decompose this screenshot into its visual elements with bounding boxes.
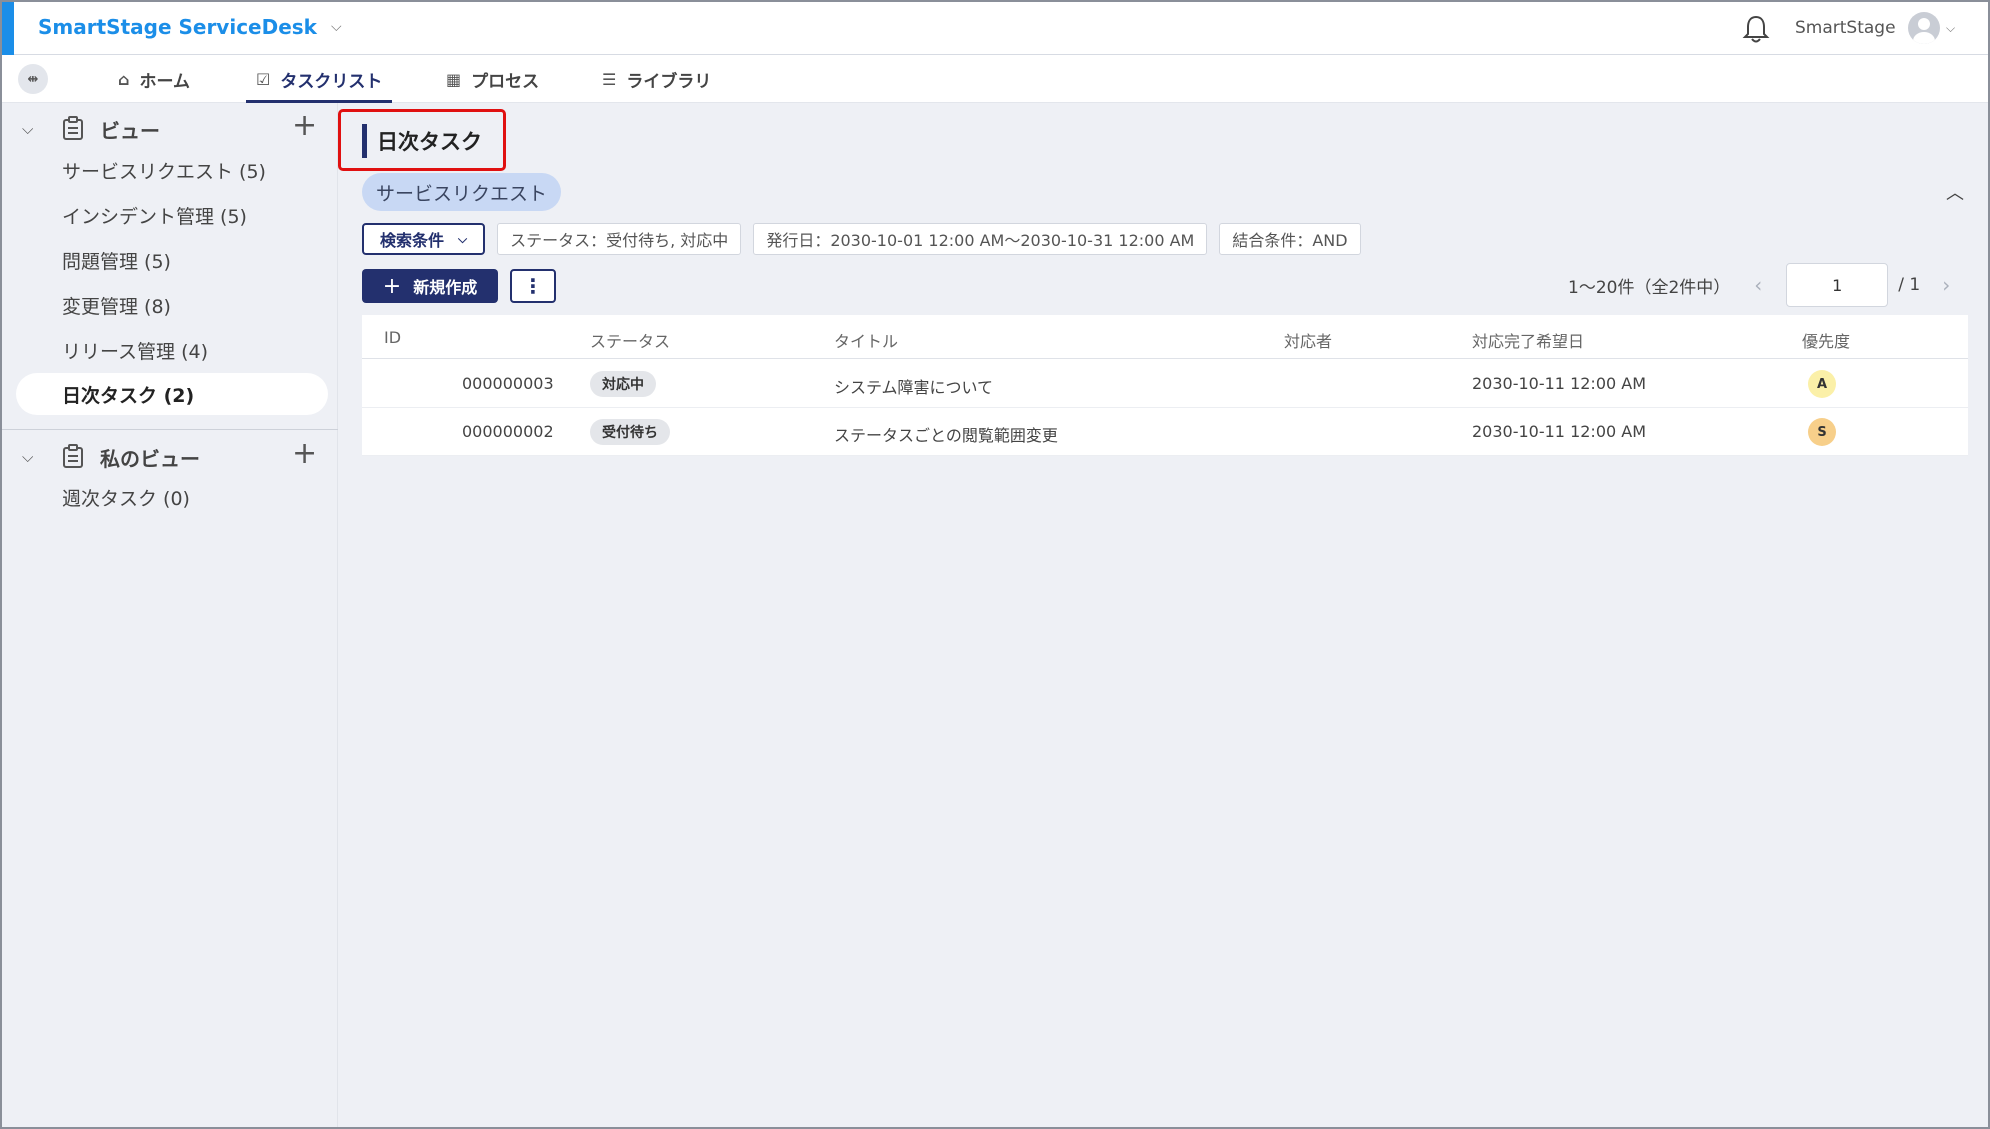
sidebar-item-label: リリース管理 (4): [62, 340, 209, 363]
avatar: [1908, 12, 1940, 44]
sidebar-section-my-views: ⌵ 私のビュー +: [2, 435, 338, 479]
chevron-down-icon[interactable]: ⌵: [22, 448, 33, 466]
tab-library[interactable]: ☰ ライブラリ: [602, 55, 711, 103]
chevron-down-icon[interactable]: ⌵: [22, 120, 33, 138]
sidebar-section-views: ⌵ ビュー +: [2, 107, 338, 151]
table-row[interactable]: 000000003 対応中 システム障害について 2030-10-11 12:0…: [362, 360, 1968, 408]
tab-label: プロセス: [471, 71, 540, 92]
add-view-icon[interactable]: +: [292, 111, 317, 141]
sidebar-item-label: 問題管理 (5): [62, 250, 171, 273]
table-row[interactable]: 000000002 受付待ち ステータスごとの閲覧範囲変更 2030-10-11…: [362, 408, 1968, 456]
user-name[interactable]: SmartStage: [1795, 18, 1896, 38]
column-header-status[interactable]: ステータス: [590, 328, 670, 352]
home-icon: ⌂: [118, 69, 130, 89]
user-menu[interactable]: ⌵: [1908, 12, 1955, 44]
result-count: 1〜20件（全2件中）: [1568, 277, 1731, 298]
app-title: SmartStage ServiceDesk: [38, 15, 317, 39]
table-header: ID ステータス タイトル 対応者 対応完了希望日 優先度: [362, 315, 1968, 359]
tab-label: ホーム: [139, 71, 190, 92]
pagination: 1〜20件（全2件中） ‹ 1 / 1 ›: [1568, 263, 1950, 307]
filter-tag-status[interactable]: ステータス：受付待ち, 対応中: [497, 223, 742, 255]
category-chip: サービスリクエスト: [362, 173, 562, 211]
sidebar-item-label: インシデント管理 (5): [62, 205, 247, 228]
list-icon: ☰: [602, 69, 617, 89]
clipboard-icon: [63, 444, 83, 468]
page-title-text: 日次タスク: [377, 130, 482, 154]
building-icon: ▦: [446, 69, 462, 89]
brand-accent: [2, 2, 14, 55]
tab-label: ライブラリ: [626, 71, 712, 92]
clipboard-icon: [63, 116, 83, 140]
app-window: SmartStage ServiceDesk ⌵ SmartStage ⌵ ⇹ …: [0, 0, 1990, 1129]
sidebar-item-service-request[interactable]: サービスリクエスト (5): [16, 149, 328, 191]
cell-due: 2030-10-11 12:00 AM: [1472, 374, 1647, 393]
sidebar-item-release[interactable]: リリース管理 (4): [16, 329, 328, 371]
chevron-down-icon: ⌵: [330, 19, 342, 35]
new-create-button[interactable]: + 新規作成: [362, 269, 498, 303]
sidebar-item-label: 日次タスク (2): [62, 384, 195, 407]
title-accent-bar: [362, 124, 367, 158]
more-options-button[interactable]: ⋮: [510, 269, 556, 303]
status-badge: 受付待ち: [590, 419, 670, 445]
cell-id: 000000003: [462, 374, 554, 393]
section-label: 私のビュー: [100, 446, 200, 471]
priority-badge: S: [1808, 418, 1836, 446]
cell-due: 2030-10-11 12:00 AM: [1472, 422, 1647, 441]
task-table: ID ステータス タイトル 対応者 対応完了希望日 優先度 000000003 …: [362, 315, 1968, 456]
plus-icon: +: [382, 273, 402, 299]
bell-icon[interactable]: [1742, 14, 1770, 44]
status-badge: 対応中: [590, 371, 656, 397]
sidebar-item-change[interactable]: 変更管理 (8): [16, 284, 328, 326]
priority-badge: A: [1808, 370, 1836, 398]
action-row: + 新規作成 ⋮: [362, 269, 556, 303]
tab-label: タスクリスト: [280, 71, 383, 92]
column-header-due[interactable]: 対応完了希望日: [1472, 328, 1584, 352]
chevron-down-icon: ⌵: [458, 231, 468, 246]
sidebar-item-daily-task[interactable]: 日次タスク (2): [16, 373, 328, 415]
app-switcher[interactable]: SmartStage ServiceDesk ⌵: [38, 15, 342, 39]
sidebar-item-weekly-task[interactable]: 週次タスク (0): [16, 476, 328, 518]
sidebar-item-problem[interactable]: 問題管理 (5): [16, 239, 328, 281]
cell-title[interactable]: システム障害について: [834, 374, 993, 398]
tab-process[interactable]: ▦ プロセス: [446, 55, 539, 103]
chevron-left-icon[interactable]: ‹: [1754, 273, 1762, 297]
top-bar: SmartStage ServiceDesk ⌵ SmartStage ⌵: [2, 2, 1988, 55]
search-conditions-button[interactable]: 検索条件 ⌵: [362, 223, 486, 255]
nav-bar: ⇹ ⌂ ホーム ☑ タスクリスト ▦ プロセス ☰ ライブラリ: [2, 55, 1988, 103]
sidebar: ⌵ ビュー + サービスリクエスト (5) インシデント管理 (5) 問題管理 …: [2, 103, 338, 1127]
filter-tag-combine[interactable]: 結合条件：AND: [1219, 223, 1361, 255]
sidebar-divider: [2, 429, 338, 430]
column-header-title[interactable]: タイトル: [834, 328, 898, 352]
chevron-up-icon[interactable]: ︿: [1946, 179, 1964, 205]
cell-title[interactable]: ステータスごとの閲覧範囲変更: [834, 422, 1058, 446]
search-conditions-label: 検索条件: [380, 231, 445, 250]
column-header-priority[interactable]: 優先度: [1802, 328, 1850, 352]
sidebar-item-label: 週次タスク (0): [62, 487, 190, 510]
main-content: 日次タスク サービスリクエスト ︿ 検索条件 ⌵ ステータス：受付待ち, 対応中…: [338, 103, 1988, 1127]
column-header-assignee[interactable]: 対応者: [1284, 328, 1332, 352]
tab-tasklist[interactable]: ☑ タスクリスト: [245, 55, 393, 103]
filter-row: 検索条件 ⌵ ステータス：受付待ち, 対応中 発行日：2030-10-01 12…: [362, 223, 1361, 255]
section-label: ビュー: [100, 118, 160, 143]
tab-home[interactable]: ⌂ ホーム: [118, 55, 190, 103]
new-create-label: 新規作成: [413, 278, 478, 297]
checklist-icon: ☑: [256, 69, 271, 89]
chevron-down-icon: ⌵: [1946, 20, 1956, 35]
filter-tag-issue-date[interactable]: 発行日：2030-10-01 12:00 AM〜2030-10-31 12:00…: [753, 223, 1208, 255]
cell-id: 000000002: [462, 422, 554, 441]
sidebar-item-incident[interactable]: インシデント管理 (5): [16, 194, 328, 236]
sidebar-item-label: サービスリクエスト (5): [62, 160, 266, 183]
column-header-id[interactable]: ID: [384, 328, 401, 347]
page-number-input[interactable]: 1: [1786, 263, 1889, 307]
page-total: / 1: [1898, 275, 1921, 295]
sidebar-item-label: 変更管理 (8): [62, 295, 171, 318]
sidebar-toggle-icon[interactable]: ⇹: [18, 64, 48, 94]
page-title: 日次タスク: [362, 124, 482, 158]
add-my-view-icon[interactable]: +: [292, 439, 317, 469]
chevron-right-icon[interactable]: ›: [1942, 273, 1950, 297]
